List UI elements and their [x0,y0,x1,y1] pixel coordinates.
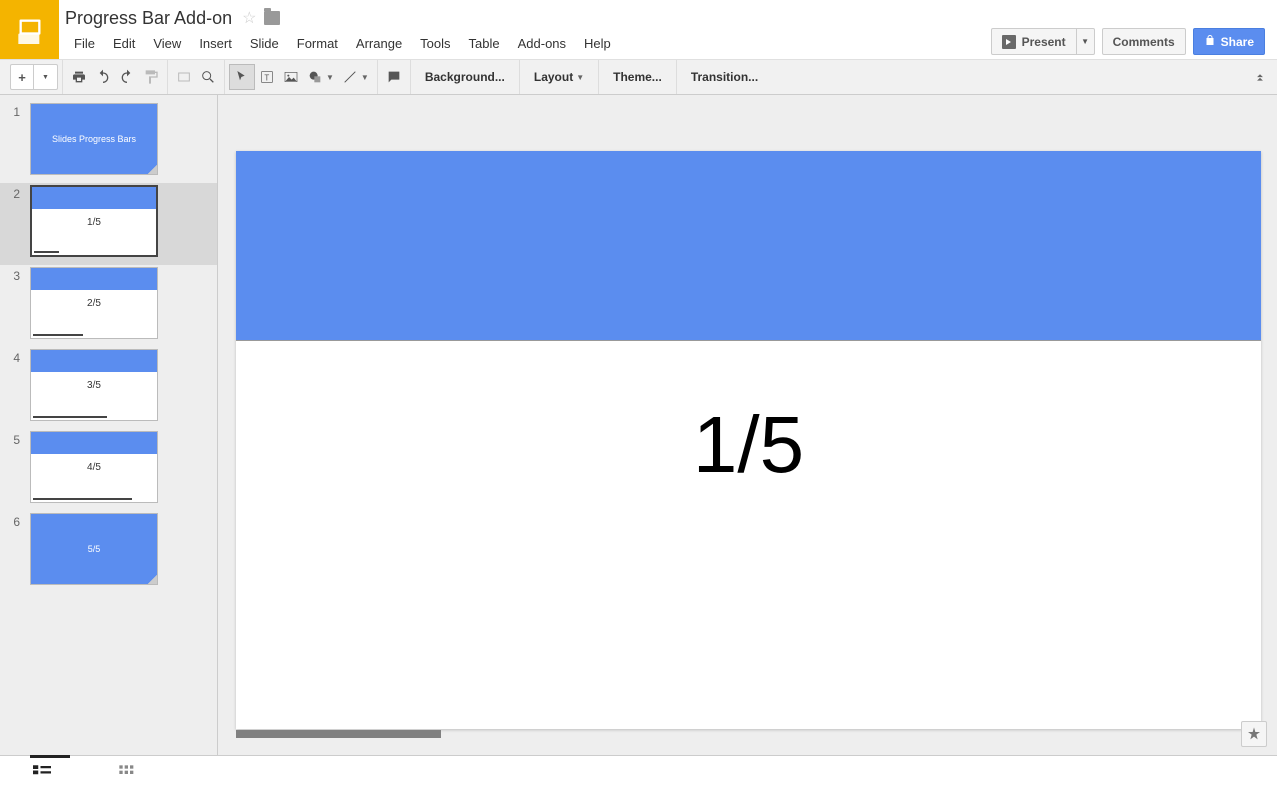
star-icon[interactable]: ☆ [242,8,256,28]
thumb-number: 5 [10,431,30,503]
thumb-row[interactable]: 65/5 [0,511,217,593]
folder-icon[interactable] [264,11,280,25]
present-dropdown[interactable]: ▼ [1077,28,1095,55]
background-button[interactable]: Background... [415,64,515,90]
comment-button[interactable] [382,64,406,90]
thumb-row[interactable]: 21/5 [0,183,217,265]
undo-button[interactable] [91,64,115,90]
select-tool[interactable] [229,64,255,90]
menu-help[interactable]: Help [575,32,620,55]
play-icon [1002,35,1016,49]
lock-icon [1204,34,1216,49]
thumb-label: 5/5 [31,514,157,584]
zoom-button[interactable] [196,64,220,90]
slide-header-band [236,151,1261,341]
thumb-row[interactable]: 1Slides Progress Bars [0,101,217,183]
grid-view-icon[interactable] [114,760,138,784]
comments-button[interactable]: Comments [1102,28,1186,55]
shape-tool[interactable]: ▼ [303,64,338,90]
slide-text: 1/5 [236,399,1261,491]
thumb-number: 2 [10,185,30,257]
menu-file[interactable]: File [65,32,104,55]
thumb-row[interactable]: 43/5 [0,347,217,429]
layout-button[interactable]: Layout▼ [524,64,594,90]
slide-canvas[interactable]: 1/5 [236,151,1261,729]
thumb-label: 1/5 [32,209,156,255]
thumbnail[interactable]: 5/5 [30,513,158,585]
menu-insert[interactable]: Insert [190,32,241,55]
svg-text:T: T [264,73,269,82]
thumbnail[interactable]: 1/5 [30,185,158,257]
menu-arrange[interactable]: Arrange [347,32,411,55]
present-button[interactable]: Present [991,28,1077,55]
thumbnail[interactable]: Slides Progress Bars [30,103,158,175]
canvas-area: 1/5 [218,95,1277,755]
new-slide-button[interactable]: + [10,64,34,90]
present-label: Present [1022,35,1066,49]
collapse-toolbar-icon[interactable] [1253,69,1267,86]
textbox-tool[interactable]: T [255,64,279,90]
filmstrip-view-icon[interactable] [30,760,54,784]
transition-button[interactable]: Transition... [681,64,768,90]
new-slide-dropdown[interactable]: ▼ [34,64,58,90]
thumb-row[interactable]: 54/5 [0,429,217,511]
toolbar: + ▼ T ▼ ▼ Background... Layout▼ Theme...… [0,59,1277,95]
thumbnail[interactable]: 3/5 [30,349,158,421]
slides-logo[interactable] [0,0,59,59]
thumb-number: 3 [10,267,30,339]
menu-edit[interactable]: Edit [104,32,144,55]
footer [0,755,1277,787]
theme-button[interactable]: Theme... [603,64,672,90]
menu-table[interactable]: Table [460,32,509,55]
menu-addons[interactable]: Add-ons [509,32,575,55]
progress-bar [236,730,441,738]
thumb-number: 4 [10,349,30,421]
line-tool[interactable]: ▼ [338,64,373,90]
thumb-label: 4/5 [31,454,157,502]
thumb-label: Slides Progress Bars [31,104,157,174]
redo-button[interactable] [115,64,139,90]
menu-tools[interactable]: Tools [411,32,459,55]
thumb-label: 2/5 [31,290,157,338]
thumb-number: 6 [10,513,30,585]
menu-format[interactable]: Format [288,32,347,55]
image-tool[interactable] [279,64,303,90]
thumbnail[interactable]: 2/5 [30,267,158,339]
filmstrip[interactable]: 1Slides Progress Bars21/532/543/554/565/… [0,95,218,755]
doc-title[interactable]: Progress Bar Add-on [65,8,232,29]
thumb-number: 1 [10,103,30,175]
thumb-label: 3/5 [31,372,157,420]
share-button[interactable]: Share [1193,28,1265,55]
thumb-row[interactable]: 32/5 [0,265,217,347]
paint-format-button[interactable] [139,64,163,90]
zoom-fit-button[interactable] [172,64,196,90]
menu-slide[interactable]: Slide [241,32,288,55]
menu-view[interactable]: View [144,32,190,55]
caret-down-icon: ▼ [1081,37,1089,46]
thumbnail[interactable]: 4/5 [30,431,158,503]
print-button[interactable] [67,64,91,90]
comments-label: Comments [1113,35,1175,49]
explore-button[interactable] [1241,721,1267,747]
share-label: Share [1221,35,1254,49]
